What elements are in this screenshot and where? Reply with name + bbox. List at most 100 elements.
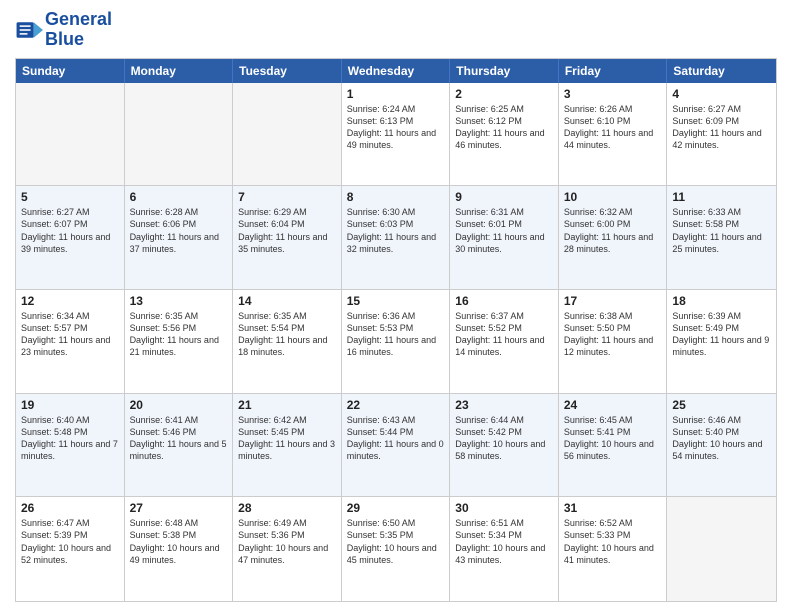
page-header: General Blue	[15, 10, 777, 50]
day-info: Sunrise: 6:39 AMSunset: 5:49 PMDaylight:…	[672, 310, 771, 359]
calendar-header: SundayMondayTuesdayWednesdayThursdayFrid…	[16, 59, 776, 83]
table-row: 31 Sunrise: 6:52 AMSunset: 5:33 PMDayligh…	[559, 497, 668, 601]
table-row: 21 Sunrise: 6:42 AMSunset: 5:45 PMDayligh…	[233, 394, 342, 497]
day-info: Sunrise: 6:42 AMSunset: 5:45 PMDaylight:…	[238, 414, 336, 463]
day-info: Sunrise: 6:43 AMSunset: 5:44 PMDaylight:…	[347, 414, 445, 463]
calendar: SundayMondayTuesdayWednesdayThursdayFrid…	[15, 58, 777, 602]
table-row: 10 Sunrise: 6:32 AMSunset: 6:00 PMDayligh…	[559, 186, 668, 289]
table-row: 17 Sunrise: 6:38 AMSunset: 5:50 PMDayligh…	[559, 290, 668, 393]
day-number: 10	[564, 190, 662, 204]
day-info: Sunrise: 6:24 AMSunset: 6:13 PMDaylight:…	[347, 103, 445, 152]
day-number: 31	[564, 501, 662, 515]
day-number: 20	[130, 398, 228, 412]
table-row: 20 Sunrise: 6:41 AMSunset: 5:46 PMDayligh…	[125, 394, 234, 497]
table-row	[16, 83, 125, 186]
day-info: Sunrise: 6:31 AMSunset: 6:01 PMDaylight:…	[455, 206, 553, 255]
day-number: 3	[564, 87, 662, 101]
table-row: 16Sunrise: 6:37 AMSunset: 5:52 PMDayligh…	[450, 290, 559, 393]
calendar-week-4: 19 Sunrise: 6:40 AMSunset: 5:48 PMDayligh…	[16, 394, 776, 498]
day-info: Sunrise: 6:37 AMSunset: 5:52 PMDaylight:…	[455, 310, 553, 359]
table-row: 19 Sunrise: 6:40 AMSunset: 5:48 PMDayligh…	[16, 394, 125, 497]
calendar-week-5: 26 Sunrise: 6:47 AMSunset: 5:39 PMDayligh…	[16, 497, 776, 601]
calendar-body: 1 Sunrise: 6:24 AMSunset: 6:13 PMDaylight…	[16, 83, 776, 601]
day-number: 2	[455, 87, 553, 101]
logo: General Blue	[15, 10, 112, 50]
calendar-week-2: 5 Sunrise: 6:27 AMSunset: 6:07 PMDaylight…	[16, 186, 776, 290]
table-row: 13 Sunrise: 6:35 AMSunset: 5:56 PMDayligh…	[125, 290, 234, 393]
table-row: 6 Sunrise: 6:28 AMSunset: 6:06 PMDaylight…	[125, 186, 234, 289]
table-row: 9Sunrise: 6:31 AMSunset: 6:01 PMDaylight…	[450, 186, 559, 289]
table-row	[667, 497, 776, 601]
day-number: 22	[347, 398, 445, 412]
table-row: 27Sunrise: 6:48 AMSunset: 5:38 PMDayligh…	[125, 497, 234, 601]
day-info: Sunrise: 6:40 AMSunset: 5:48 PMDaylight:…	[21, 414, 119, 463]
table-row: 18 Sunrise: 6:39 AMSunset: 5:49 PMDayligh…	[667, 290, 776, 393]
day-info: Sunrise: 6:48 AMSunset: 5:38 PMDaylight:…	[130, 517, 228, 566]
day-info: Sunrise: 6:51 AMSunset: 5:34 PMDaylight:…	[455, 517, 553, 566]
day-number: 21	[238, 398, 336, 412]
day-number: 26	[21, 501, 119, 515]
header-day-thursday: Thursday	[450, 59, 559, 83]
header-day-wednesday: Wednesday	[342, 59, 451, 83]
day-number: 19	[21, 398, 119, 412]
table-row: 7Sunrise: 6:29 AMSunset: 6:04 PMDaylight…	[233, 186, 342, 289]
day-number: 28	[238, 501, 336, 515]
table-row: 28 Sunrise: 6:49 AMSunset: 5:36 PMDayligh…	[233, 497, 342, 601]
table-row: 26 Sunrise: 6:47 AMSunset: 5:39 PMDayligh…	[16, 497, 125, 601]
day-info: Sunrise: 6:45 AMSunset: 5:41 PMDaylight:…	[564, 414, 662, 463]
table-row: 23Sunrise: 6:44 AMSunset: 5:42 PMDayligh…	[450, 394, 559, 497]
table-row: 1 Sunrise: 6:24 AMSunset: 6:13 PMDaylight…	[342, 83, 451, 186]
table-row	[125, 83, 234, 186]
day-number: 11	[672, 190, 771, 204]
day-info: Sunrise: 6:27 AMSunset: 6:07 PMDaylight:…	[21, 206, 119, 255]
day-info: Sunrise: 6:34 AMSunset: 5:57 PMDaylight:…	[21, 310, 119, 359]
day-info: Sunrise: 6:44 AMSunset: 5:42 PMDaylight:…	[455, 414, 553, 463]
day-info: Sunrise: 6:29 AMSunset: 6:04 PMDaylight:…	[238, 206, 336, 255]
calendar-week-1: 1 Sunrise: 6:24 AMSunset: 6:13 PMDaylight…	[16, 83, 776, 187]
day-info: Sunrise: 6:35 AMSunset: 5:54 PMDaylight:…	[238, 310, 336, 359]
table-row: 4 Sunrise: 6:27 AMSunset: 6:09 PMDaylight…	[667, 83, 776, 186]
day-number: 5	[21, 190, 119, 204]
day-info: Sunrise: 6:32 AMSunset: 6:00 PMDaylight:…	[564, 206, 662, 255]
day-number: 4	[672, 87, 771, 101]
table-row: 24Sunrise: 6:45 AMSunset: 5:41 PMDayligh…	[559, 394, 668, 497]
day-info: Sunrise: 6:25 AMSunset: 6:12 PMDaylight:…	[455, 103, 553, 152]
day-info: Sunrise: 6:27 AMSunset: 6:09 PMDaylight:…	[672, 103, 771, 152]
day-info: Sunrise: 6:49 AMSunset: 5:36 PMDaylight:…	[238, 517, 336, 566]
table-row: 14Sunrise: 6:35 AMSunset: 5:54 PMDayligh…	[233, 290, 342, 393]
header-day-sunday: Sunday	[16, 59, 125, 83]
day-info: Sunrise: 6:26 AMSunset: 6:10 PMDaylight:…	[564, 103, 662, 152]
header-day-saturday: Saturday	[667, 59, 776, 83]
day-number: 8	[347, 190, 445, 204]
day-info: Sunrise: 6:47 AMSunset: 5:39 PMDaylight:…	[21, 517, 119, 566]
table-row: 8 Sunrise: 6:30 AMSunset: 6:03 PMDaylight…	[342, 186, 451, 289]
day-info: Sunrise: 6:33 AMSunset: 5:58 PMDaylight:…	[672, 206, 771, 255]
day-number: 6	[130, 190, 228, 204]
day-number: 25	[672, 398, 771, 412]
table-row: 30Sunrise: 6:51 AMSunset: 5:34 PMDayligh…	[450, 497, 559, 601]
logo-text-line2: Blue	[45, 30, 112, 50]
header-day-monday: Monday	[125, 59, 234, 83]
table-row	[233, 83, 342, 186]
table-row: 22 Sunrise: 6:43 AMSunset: 5:44 PMDayligh…	[342, 394, 451, 497]
table-row: 15 Sunrise: 6:36 AMSunset: 5:53 PMDayligh…	[342, 290, 451, 393]
day-info: Sunrise: 6:50 AMSunset: 5:35 PMDaylight:…	[347, 517, 445, 566]
day-info: Sunrise: 6:38 AMSunset: 5:50 PMDaylight:…	[564, 310, 662, 359]
day-info: Sunrise: 6:36 AMSunset: 5:53 PMDaylight:…	[347, 310, 445, 359]
table-row: 5 Sunrise: 6:27 AMSunset: 6:07 PMDaylight…	[16, 186, 125, 289]
day-number: 29	[347, 501, 445, 515]
day-number: 17	[564, 294, 662, 308]
table-row: 25Sunrise: 6:46 AMSunset: 5:40 PMDayligh…	[667, 394, 776, 497]
day-number: 12	[21, 294, 119, 308]
day-info: Sunrise: 6:30 AMSunset: 6:03 PMDaylight:…	[347, 206, 445, 255]
day-info: Sunrise: 6:41 AMSunset: 5:46 PMDaylight:…	[130, 414, 228, 463]
day-info: Sunrise: 6:28 AMSunset: 6:06 PMDaylight:…	[130, 206, 228, 255]
day-number: 13	[130, 294, 228, 308]
header-day-friday: Friday	[559, 59, 668, 83]
table-row: 12 Sunrise: 6:34 AMSunset: 5:57 PMDayligh…	[16, 290, 125, 393]
day-number: 15	[347, 294, 445, 308]
day-info: Sunrise: 6:35 AMSunset: 5:56 PMDaylight:…	[130, 310, 228, 359]
day-number: 18	[672, 294, 771, 308]
day-info: Sunrise: 6:52 AMSunset: 5:33 PMDaylight:…	[564, 517, 662, 566]
day-number: 1	[347, 87, 445, 101]
